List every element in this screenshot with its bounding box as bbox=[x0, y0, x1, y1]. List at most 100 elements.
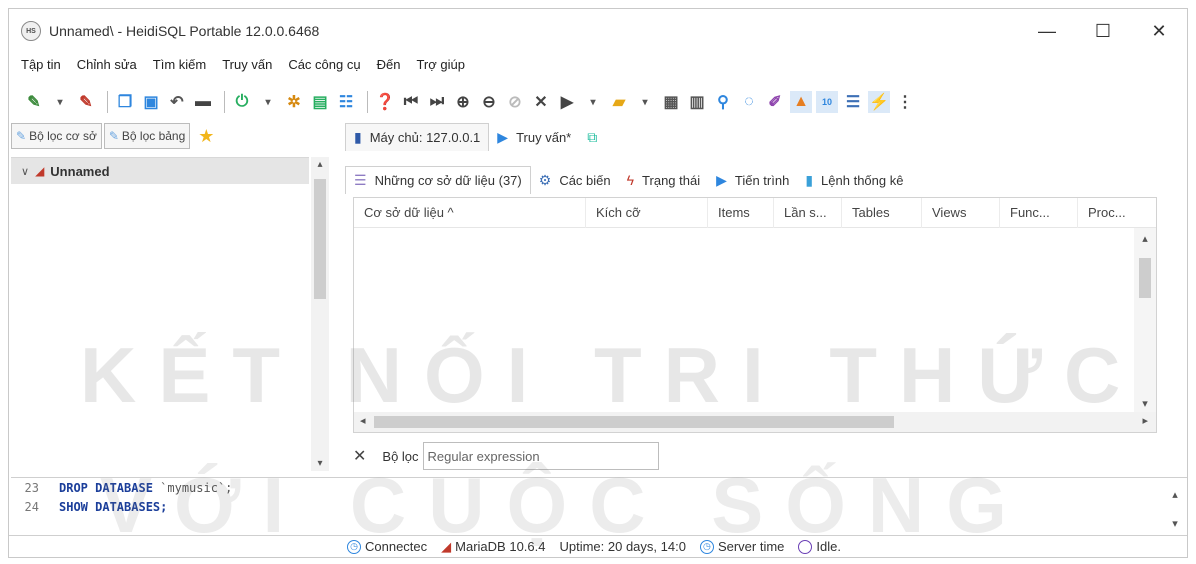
dropdown-arrow-icon[interactable]: ▾ bbox=[582, 91, 604, 113]
scroll-thumb[interactable] bbox=[314, 179, 326, 299]
insert-record-icon[interactable]: ⊕ bbox=[452, 91, 474, 113]
wrap-lines-icon[interactable]: ☰ bbox=[842, 91, 864, 113]
favorites-star-icon[interactable]: ★ bbox=[198, 126, 214, 147]
status-idle: Idle. bbox=[798, 539, 841, 554]
scroll-down-icon[interactable]: ▾ bbox=[1134, 397, 1156, 410]
maintenance-icon[interactable]: ☷ bbox=[335, 91, 357, 113]
save-icon[interactable]: ▦ bbox=[660, 91, 682, 113]
grid-vertical-scrollbar[interactable]: ▴ ▾ bbox=[1134, 228, 1156, 414]
tab-variables[interactable]: ⚙ Các biến bbox=[531, 166, 619, 194]
column-header-last-modified[interactable]: Lần s... bbox=[774, 197, 842, 228]
filter-input[interactable] bbox=[422, 442, 659, 470]
new-tab-icon: ⧉ bbox=[587, 128, 598, 145]
clock-icon: ◷ bbox=[699, 539, 714, 554]
clock-icon: ◷ bbox=[347, 539, 361, 554]
tab-status-label: Trạng thái bbox=[642, 172, 701, 188]
maximize-button[interactable]: ☐ bbox=[1075, 9, 1131, 53]
bar-chart-icon: ▮ bbox=[805, 171, 814, 188]
scroll-thumb[interactable] bbox=[374, 416, 894, 428]
column-header-database[interactable]: Cơ sở dữ liệu ^ bbox=[354, 197, 586, 228]
menu-edit[interactable]: Chỉnh sửa bbox=[77, 57, 137, 79]
refresh-icon[interactable]: ⏻ bbox=[231, 91, 253, 113]
close-button[interactable]: ✕ bbox=[1131, 9, 1187, 53]
minimize-button[interactable]: — bbox=[1019, 9, 1075, 53]
status-connected: ◷ Connectec bbox=[347, 539, 427, 554]
scroll-right-icon[interactable]: ▸ bbox=[1142, 414, 1148, 427]
auto-refresh-icon[interactable]: ⚡ bbox=[868, 91, 890, 113]
bookmark-icon[interactable]: ▲ bbox=[790, 91, 812, 113]
filter-icon: ✎ bbox=[16, 129, 27, 143]
print-icon[interactable]: ▬ bbox=[192, 91, 214, 113]
log-scrollbar[interactable]: ▴ ▾ bbox=[1167, 484, 1183, 532]
status-server-version: ◢ MariaDB 10.6.4 bbox=[441, 539, 545, 555]
database-filter-tab[interactable]: ✎ Bộ lọc cơ sở bbox=[11, 123, 102, 149]
find-icon[interactable]: ⚲ bbox=[712, 91, 734, 113]
scroll-down-icon[interactable]: ▾ bbox=[1167, 517, 1183, 530]
menu-help[interactable]: Trợ giúp bbox=[416, 57, 465, 79]
tab-status[interactable]: ϟ Trạng thái bbox=[619, 166, 708, 194]
idle-circle-icon bbox=[798, 539, 813, 554]
column-header-views[interactable]: Views bbox=[922, 197, 1000, 228]
binary-data-icon[interactable]: 10 bbox=[816, 91, 838, 113]
scroll-down-icon[interactable]: ▾ bbox=[311, 458, 329, 469]
dropdown-arrow-icon[interactable]: ▾ bbox=[49, 91, 71, 113]
chevron-down-icon[interactable]: ∨ bbox=[21, 165, 29, 178]
paste-icon[interactable]: ▣ bbox=[140, 91, 162, 113]
tab-command-stats[interactable]: ▮ Lệnh thống kê bbox=[797, 166, 911, 194]
databases-grid: Cơ sở dữ liệu ^ Kích cỡ Items Lần s... T… bbox=[353, 197, 1157, 433]
snippets-icon[interactable]: ▥ bbox=[686, 91, 708, 113]
tab-databases[interactable]: ☰ Những cơ sở dữ liệu (37) bbox=[345, 166, 531, 194]
first-record-icon[interactable]: ⏮ bbox=[400, 91, 422, 113]
tree-item-unnamed[interactable]: ∨ ◢ Unnamed bbox=[11, 158, 309, 184]
tab-query[interactable]: ▶ Truy vấn* bbox=[489, 123, 579, 151]
column-header-size[interactable]: Kích cỡ bbox=[586, 197, 708, 228]
column-header-items[interactable]: Items bbox=[708, 197, 774, 228]
menu-search[interactable]: Tìm kiếm bbox=[153, 57, 206, 79]
main-panel: ▮ Máy chủ: 127.0.0.1 ▶ Truy vấn* ⧉ ☰ Nhữ… bbox=[345, 121, 1187, 473]
open-file-icon[interactable]: ▰ bbox=[608, 91, 630, 113]
close-filter-icon[interactable]: ✕ bbox=[353, 446, 366, 466]
help-icon[interactable]: ❓ bbox=[374, 91, 396, 113]
import-icon[interactable]: ▤ bbox=[309, 91, 331, 113]
dropdown-arrow-icon[interactable]: ▾ bbox=[257, 91, 279, 113]
delete-record-icon[interactable]: ⊖ bbox=[478, 91, 500, 113]
menu-tools[interactable]: Các công cụ bbox=[288, 57, 360, 79]
database-list-icon: ☰ bbox=[354, 172, 367, 188]
heidisql-app-icon: HS bbox=[21, 21, 41, 41]
menu-query[interactable]: Truy vấn bbox=[222, 57, 272, 79]
more-toolbar-icon[interactable]: ⋮ bbox=[894, 91, 916, 113]
user-manager-icon[interactable]: ✲ bbox=[283, 91, 305, 113]
tree-scrollbar[interactable]: ▴ ▾ bbox=[311, 157, 329, 471]
column-header-tables[interactable]: Tables bbox=[842, 197, 922, 228]
copy-icon[interactable]: ❐ bbox=[114, 91, 136, 113]
cancel-edit-icon[interactable]: ✕ bbox=[530, 91, 552, 113]
toolbar-separator bbox=[107, 91, 108, 113]
table-filter-tab[interactable]: ✎ Bộ lọc bảng bbox=[103, 123, 191, 149]
column-header-functions[interactable]: Func... bbox=[1000, 197, 1078, 228]
column-header-procedures[interactable]: Proc... bbox=[1078, 198, 1156, 228]
scroll-up-icon[interactable]: ▴ bbox=[1167, 488, 1183, 501]
scroll-thumb[interactable] bbox=[1139, 258, 1151, 298]
format-sql-icon[interactable]: ✐ bbox=[764, 91, 786, 113]
menu-file[interactable]: Tập tin bbox=[21, 57, 61, 79]
menu-goto[interactable]: Đến bbox=[377, 57, 401, 79]
tab-host[interactable]: ▮ Máy chủ: 127.0.0.1 bbox=[345, 123, 490, 151]
undo-icon[interactable]: ↶ bbox=[166, 91, 188, 113]
session-manager-icon[interactable]: ✎ bbox=[23, 91, 45, 113]
dolphin-server-icon: ◢ bbox=[35, 164, 45, 178]
dropdown-arrow-icon[interactable]: ▾ bbox=[634, 91, 656, 113]
new-query-tab-button[interactable]: ⧉ bbox=[579, 123, 613, 151]
run-query-icon[interactable]: ▶ bbox=[556, 91, 578, 113]
status-server-text: MariaDB 10.6.4 bbox=[455, 539, 546, 554]
toolbar-separator bbox=[224, 91, 225, 113]
scroll-up-icon[interactable]: ▴ bbox=[311, 159, 329, 170]
replace-icon[interactable]: ◌ bbox=[738, 91, 760, 113]
grid-horizontal-scrollbar[interactable]: ◂ ▸ bbox=[354, 412, 1156, 432]
disconnect-icon[interactable]: ✎ bbox=[75, 91, 97, 113]
tab-processes[interactable]: ▶ Tiến trình bbox=[708, 166, 797, 194]
last-record-icon[interactable]: ⏭ bbox=[426, 91, 448, 113]
post-record-icon[interactable]: ⊘ bbox=[504, 91, 526, 113]
scroll-left-icon[interactable]: ◂ bbox=[360, 414, 366, 427]
database-tree-panel: ✎ Bộ lọc cơ sở ✎ Bộ lọc bảng ★ ∨ ◢ Unnam… bbox=[11, 121, 333, 473]
scroll-up-icon[interactable]: ▴ bbox=[1134, 232, 1156, 245]
